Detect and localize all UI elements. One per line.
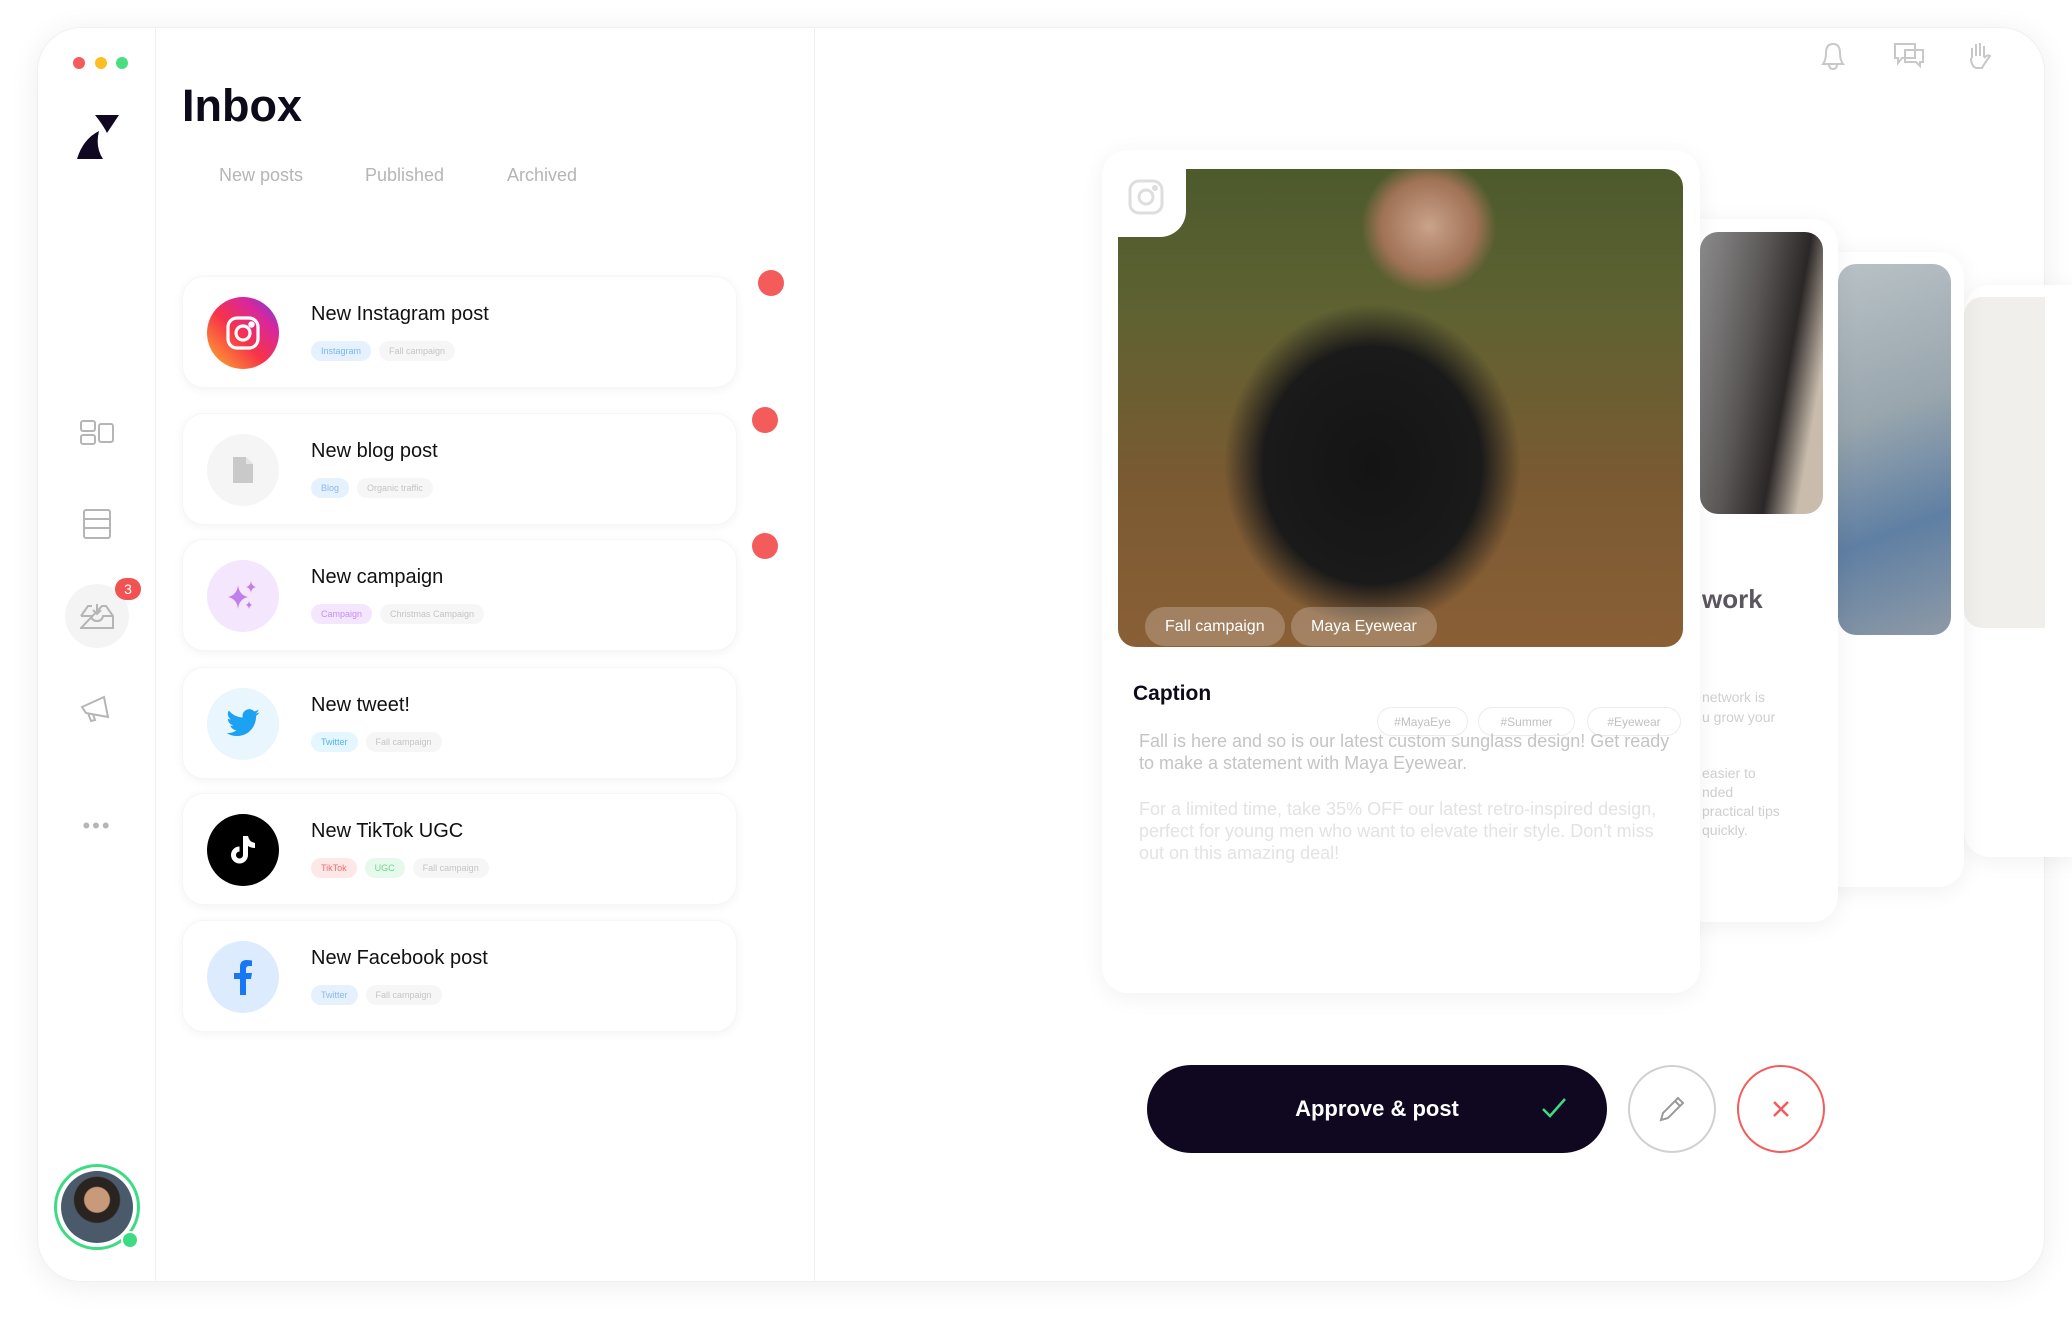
panel-divider bbox=[814, 28, 815, 1281]
inbox-icon bbox=[80, 604, 114, 629]
item-title: New blog post bbox=[311, 440, 438, 462]
chat-icon[interactable] bbox=[1893, 40, 1925, 70]
item-title: New campaign bbox=[311, 566, 444, 588]
avatar-image bbox=[61, 1171, 133, 1243]
edit-button[interactable] bbox=[1628, 1065, 1716, 1153]
sparkles-icon bbox=[207, 560, 279, 632]
approve-label: Approve & post bbox=[1295, 1096, 1459, 1121]
item-tags: Twitter Fall campaign bbox=[311, 985, 442, 1005]
item-tags: Instagram Fall campaign bbox=[311, 341, 456, 361]
tag: Organic traffic bbox=[357, 478, 433, 498]
item-tags: Blog Organic traffic bbox=[311, 478, 433, 498]
document-icon bbox=[207, 434, 279, 506]
tag: UGC bbox=[364, 858, 405, 878]
tag: Instagram bbox=[311, 341, 372, 361]
nav-more[interactable]: ••• bbox=[65, 794, 129, 858]
item-tags: Campaign Christmas Campaign bbox=[311, 604, 485, 624]
tab-published[interactable]: Published bbox=[365, 165, 444, 186]
post-image bbox=[1118, 169, 1683, 647]
online-status-dot bbox=[121, 1231, 139, 1249]
dashboard-icon bbox=[80, 420, 114, 445]
image-tag: Maya Eyewear bbox=[1291, 607, 1437, 646]
unread-indicator bbox=[752, 407, 778, 433]
bell-icon[interactable] bbox=[1818, 40, 1848, 72]
tab-archived[interactable]: Archived bbox=[507, 165, 577, 186]
close-icon bbox=[1773, 1101, 1789, 1117]
more-icon: ••• bbox=[82, 813, 112, 838]
platform-badge bbox=[1118, 169, 1186, 237]
nav-posts[interactable] bbox=[65, 492, 129, 556]
image-tag: Fall campaign bbox=[1145, 607, 1285, 646]
list-icon bbox=[83, 509, 111, 539]
item-tags: Twitter Fall campaign bbox=[311, 732, 442, 752]
tag: Fall campaign bbox=[412, 858, 489, 878]
preview-image bbox=[1838, 264, 1951, 635]
back-card-text: easier to nded practical tips quickly. bbox=[1702, 765, 1780, 838]
tag: Fall campaign bbox=[379, 341, 456, 361]
tag: Campaign bbox=[311, 604, 373, 624]
back-card-text: network is u grow your bbox=[1702, 689, 1776, 725]
caption-label: Caption bbox=[1133, 682, 1212, 705]
maximize-window-button[interactable] bbox=[116, 57, 128, 69]
megaphone-icon bbox=[80, 695, 110, 723]
tag: Fall campaign bbox=[365, 732, 442, 752]
check-icon bbox=[1542, 1098, 1566, 1118]
tag: Twitter bbox=[311, 732, 358, 752]
facebook-icon bbox=[207, 941, 279, 1013]
unread-indicator bbox=[758, 270, 784, 296]
page-title: Inbox bbox=[182, 80, 302, 131]
back-card-title: work bbox=[1702, 584, 1763, 614]
inbox-list-item[interactable]: New blog post Blog Organic traffic bbox=[182, 413, 737, 525]
instagram-icon bbox=[1128, 179, 1164, 215]
inbox-list-item[interactable]: New Facebook post Twitter Fall campaign bbox=[182, 920, 737, 1032]
unread-indicator bbox=[752, 533, 778, 559]
pencil-icon bbox=[1659, 1096, 1685, 1122]
preview-card-back-3[interactable] bbox=[1964, 285, 2072, 857]
item-title: New tweet! bbox=[311, 694, 410, 716]
app-logo bbox=[77, 115, 119, 159]
tiktok-icon bbox=[207, 814, 279, 886]
instagram-icon bbox=[207, 297, 279, 369]
approve-post-button[interactable]: Approve & post bbox=[1147, 1065, 1607, 1153]
nav-inbox[interactable]: 3 bbox=[65, 578, 141, 648]
minimize-window-button[interactable] bbox=[95, 57, 107, 69]
inbox-list-item[interactable]: New campaign Campaign Christmas Campaign bbox=[182, 539, 737, 651]
nav-campaigns[interactable] bbox=[65, 676, 129, 740]
user-avatar[interactable] bbox=[54, 1164, 140, 1250]
caption-text: For a limited time, take 35% OFF our lat… bbox=[1139, 799, 1657, 863]
item-title: New TikTok UGC bbox=[311, 820, 464, 842]
item-tags: TikTok UGC Fall campaign bbox=[311, 858, 489, 878]
inbox-list-item[interactable]: New TikTok UGC TikTok UGC Fall campaign bbox=[182, 793, 737, 905]
inbox-badge: 3 bbox=[115, 578, 141, 600]
twitter-icon bbox=[207, 688, 279, 760]
hand-wave-icon[interactable] bbox=[1966, 40, 1994, 72]
item-title: New Instagram post bbox=[311, 303, 489, 325]
tag: Fall campaign bbox=[365, 985, 442, 1005]
inbox-list-item[interactable]: New tweet! Twitter Fall campaign bbox=[182, 667, 737, 779]
tag: TikTok bbox=[311, 858, 357, 878]
close-window-button[interactable] bbox=[73, 57, 85, 69]
item-title: New Facebook post bbox=[311, 947, 488, 969]
caption-text: Fall is here and so is our latest custom… bbox=[1139, 731, 1670, 773]
inbox-list-item[interactable]: New Instagram post Instagram Fall campaig… bbox=[182, 276, 737, 388]
tab-new-posts[interactable]: New posts bbox=[219, 165, 303, 186]
post-preview-card: Fall campaign Maya Eyewear Caption #Maya… bbox=[1102, 150, 1700, 993]
tag: Blog bbox=[311, 478, 350, 498]
tag: Twitter bbox=[311, 985, 358, 1005]
preview-image bbox=[1700, 232, 1823, 514]
sidebar: 3 ••• bbox=[38, 28, 156, 1281]
reject-button[interactable] bbox=[1737, 1065, 1825, 1153]
nav-dashboard[interactable] bbox=[65, 401, 129, 465]
tag: Christmas Campaign bbox=[380, 604, 485, 624]
preview-image bbox=[1964, 297, 2045, 628]
